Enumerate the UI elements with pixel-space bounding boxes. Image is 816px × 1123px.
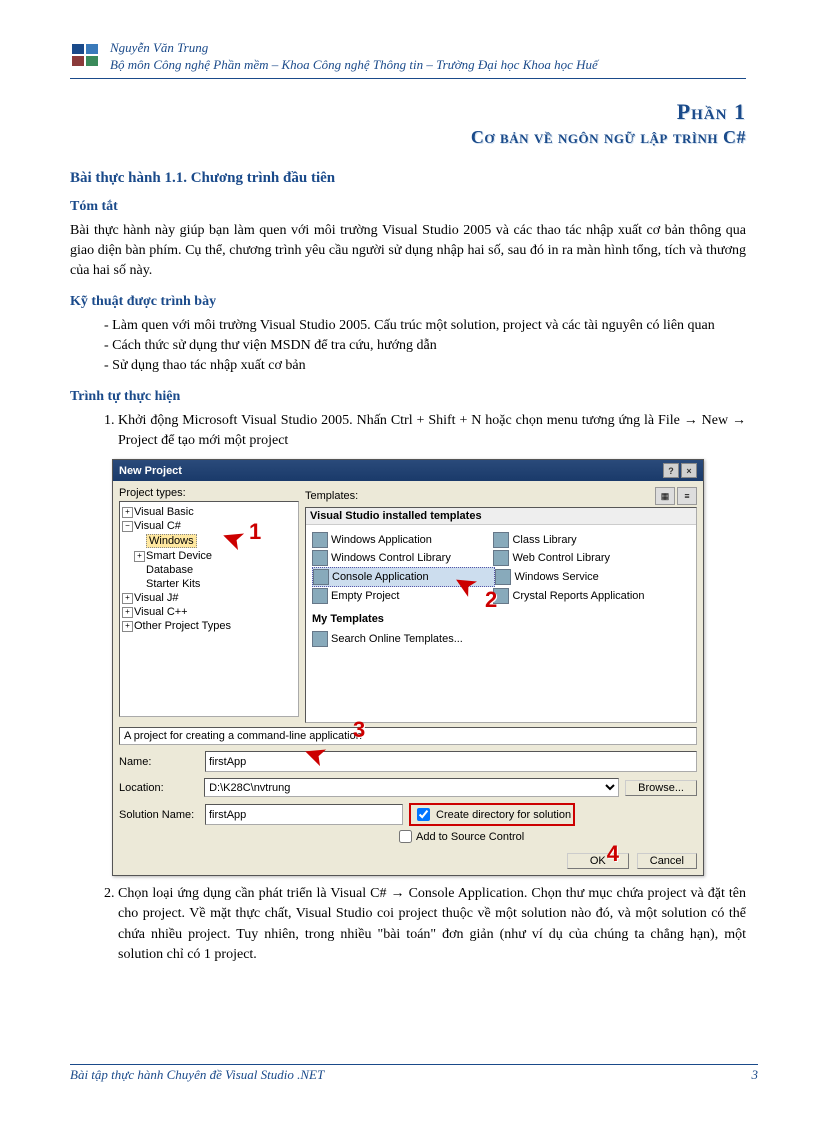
tree-item: −Visual C# [122, 519, 296, 533]
app-icon [312, 532, 328, 548]
lib-icon [493, 532, 509, 548]
solution-name-field[interactable] [205, 804, 403, 825]
tree-item[interactable]: Database [122, 563, 296, 577]
template-item[interactable]: Windows Application [312, 531, 493, 549]
close-icon[interactable]: × [681, 463, 697, 478]
solution-name-label: Solution Name: [119, 809, 199, 821]
tree-item: +Visual C++ [122, 605, 296, 619]
large-icons-icon[interactable]: ▦ [655, 487, 675, 505]
summary-heading: Tóm tắt [70, 199, 746, 215]
list-item: Làm quen với môi trường Visual Studio 20… [118, 316, 746, 336]
installed-templates-head: Visual Studio installed templates [306, 508, 696, 525]
part-title: Cơ bản về ngôn ngữ lập trình C# [70, 127, 746, 148]
tree-item[interactable]: Starter Kits [122, 577, 296, 591]
project-types-tree[interactable]: +Visual Basic −Visual C# Windows +Smart … [119, 501, 299, 717]
location-label: Location: [119, 782, 198, 794]
lesson-title: Bài thực hành 1.1. Chương trình đầu tiên [70, 170, 746, 187]
help-icon[interactable]: ? [663, 463, 679, 478]
name-field[interactable] [205, 751, 697, 772]
page: Nguyễn Văn Trung Bộ môn Công nghệ Phần m… [0, 0, 816, 1123]
callout-4: 4 [607, 841, 619, 867]
create-dir-highlight: Create directory for solution [409, 803, 575, 826]
list-item: Sử dụng thao tác nhập xuất cơ bản [118, 356, 746, 376]
techniques-heading: Kỹ thuật được trình bày [70, 294, 746, 310]
tree-item: +Smart Device [122, 549, 296, 563]
callout-2: 2 [485, 587, 497, 613]
project-types-label: Project types: [119, 487, 299, 499]
template-item[interactable]: Class Library [493, 531, 674, 549]
steps-heading: Trình tự thực hiện [70, 389, 746, 405]
location-field[interactable]: D:\K28C\nvtrung [204, 778, 619, 797]
cancel-button[interactable]: Cancel [637, 853, 697, 869]
tree-item: +Other Project Types [122, 619, 296, 633]
step-1: Khởi động Microsoft Visual Studio 2005. … [118, 411, 746, 452]
browse-button[interactable]: Browse... [625, 780, 697, 796]
author-name: Nguyễn Văn Trung [110, 40, 598, 57]
description-bar: A project for creating a command-line ap… [119, 727, 697, 745]
templates-label: Templates: [305, 490, 358, 502]
search-icon [312, 631, 328, 647]
tree-item: +Visual J# [122, 591, 296, 605]
page-footer: Bài tập thực hành Chuyên đề Visual Studi… [70, 1064, 758, 1083]
dialog-title-text: New Project [119, 465, 182, 477]
footer-text: Bài tập thực hành Chuyên đề Visual Studi… [70, 1067, 324, 1083]
template-item[interactable]: Windows Control Library [312, 549, 493, 567]
my-templates-head: My Templates [312, 613, 694, 625]
department: Bộ môn Công nghệ Phần mềm – Khoa Công ng… [110, 57, 598, 74]
tree-item: +Visual Basic [122, 505, 296, 519]
template-search[interactable]: Search Online Templates... [312, 630, 493, 648]
page-header: Nguyễn Văn Trung Bộ môn Công nghệ Phần m… [70, 40, 746, 74]
dialog-titlebar: New Project ? × [113, 460, 703, 481]
step-2: Chọn loại ứng dụng cần phát triển là Vis… [118, 884, 746, 965]
techniques-list: Làm quen với môi trường Visual Studio 20… [70, 316, 746, 377]
new-project-dialog: New Project ? × Project types: +Visual B… [112, 459, 704, 876]
callout-1: 1 [249, 519, 261, 545]
name-label: Name: [119, 756, 199, 768]
console-icon [313, 569, 329, 585]
part-label: Phần 1 [70, 99, 746, 125]
empty-icon [312, 588, 328, 604]
steps-list-cont: Chọn loại ứng dụng cần phát triển là Vis… [70, 884, 746, 965]
callout-3: 3 [353, 717, 365, 743]
tree-item-windows: Windows [122, 533, 296, 549]
service-icon [495, 569, 511, 585]
steps-list: Khởi động Microsoft Visual Studio 2005. … [70, 411, 746, 452]
ok-button[interactable]: OK [567, 853, 629, 869]
summary-text: Bài thực hành này giúp bạn làm quen với … [70, 221, 746, 282]
page-number: 3 [752, 1067, 759, 1083]
divider [70, 78, 746, 79]
divider [70, 1064, 758, 1065]
template-item[interactable]: Windows Service [495, 567, 676, 587]
source-control-checkbox[interactable] [399, 830, 412, 843]
templates-panel[interactable]: Visual Studio installed templates Window… [305, 507, 697, 723]
template-item[interactable]: Crystal Reports Application [493, 587, 674, 605]
create-dir-checkbox[interactable] [417, 808, 430, 821]
logo-icon [70, 40, 102, 68]
template-item[interactable]: Web Control Library [493, 549, 674, 567]
small-icons-icon[interactable]: ≡ [677, 487, 697, 505]
web-icon [493, 550, 509, 566]
ctrl-icon [312, 550, 328, 566]
source-control-label: Add to Source Control [416, 831, 524, 843]
create-dir-label: Create directory for solution [436, 809, 571, 821]
list-item: Cách thức sử dụng thư viện MSDN để tra c… [118, 336, 746, 356]
